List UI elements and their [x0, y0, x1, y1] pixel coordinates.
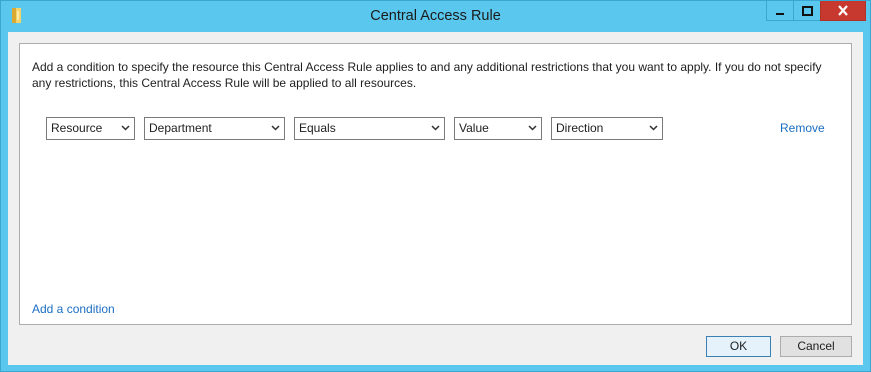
operator-dropdown[interactable]: Equals: [294, 117, 445, 140]
remove-condition-link[interactable]: Remove: [780, 121, 825, 135]
chevron-down-icon: [528, 125, 537, 131]
conditions-panel: Add a condition to specify the resource …: [19, 43, 852, 325]
value-type-value: Value: [459, 121, 489, 135]
chevron-down-icon: [271, 125, 280, 131]
caption-buttons: [766, 1, 866, 22]
maximize-button[interactable]: [793, 1, 821, 21]
maximize-icon: [801, 5, 813, 16]
chevron-down-icon: [121, 125, 130, 131]
operator-value: Equals: [299, 121, 336, 135]
dialog-window: Central Access Rule Add a condition to s…: [0, 0, 871, 372]
chevron-down-icon: [431, 125, 440, 131]
close-button[interactable]: [820, 1, 866, 21]
window-title: Central Access Rule: [370, 8, 501, 24]
dialog-body: Add a condition to specify the resource …: [8, 32, 863, 365]
attribute-value: Department: [149, 121, 212, 135]
close-icon: [838, 5, 848, 16]
attribute-type-value: Resource: [51, 121, 103, 135]
title-bar[interactable]: Central Access Rule: [1, 1, 870, 32]
chevron-down-icon: [649, 125, 658, 131]
value-type-dropdown[interactable]: Value: [454, 117, 542, 140]
attribute-dropdown[interactable]: Department: [144, 117, 285, 140]
minimize-icon: [776, 12, 784, 15]
minimize-button[interactable]: [766, 1, 794, 21]
description-text: Add a condition to specify the resource …: [32, 60, 822, 90]
add-condition-link[interactable]: Add a condition: [32, 302, 115, 316]
value-value: Direction: [556, 121, 604, 135]
ok-button[interactable]: OK: [706, 336, 771, 357]
attribute-type-dropdown[interactable]: Resource: [46, 117, 135, 140]
value-dropdown[interactable]: Direction: [551, 117, 663, 140]
cancel-button[interactable]: Cancel: [780, 336, 852, 357]
